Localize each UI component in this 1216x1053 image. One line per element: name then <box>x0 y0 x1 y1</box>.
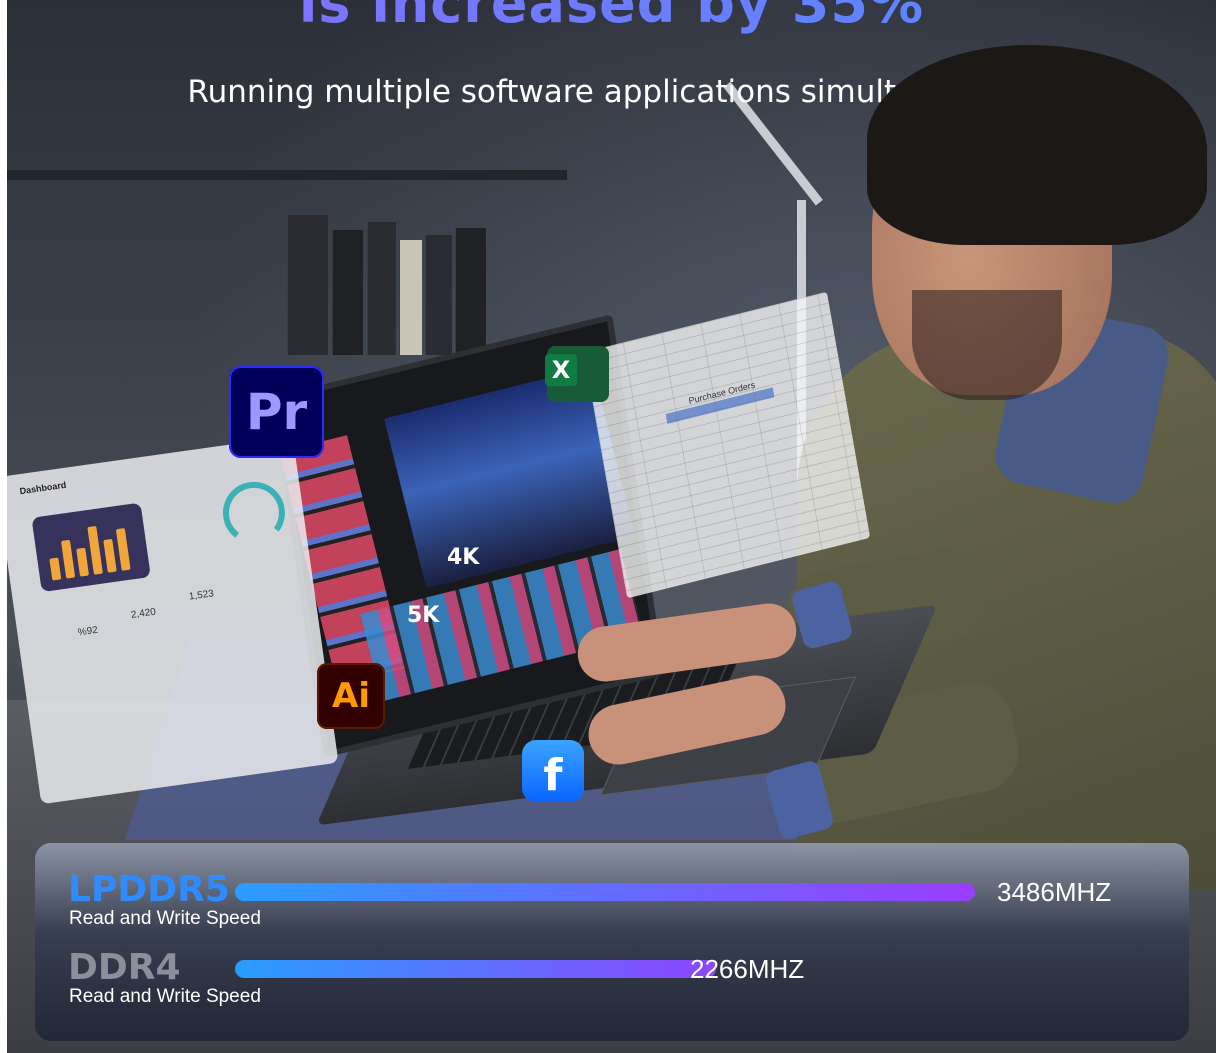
memory-name-ddr4: DDR4 <box>68 947 181 988</box>
dashboard-gauge <box>218 477 289 548</box>
memory-subtitle-ddr4: Read and Write Speed <box>69 986 261 1007</box>
book <box>367 222 396 355</box>
resolution-label-5k: 5K <box>407 603 440 628</box>
premiere-pro-icon: Pr <box>229 366 324 458</box>
dashboard-bar <box>49 557 62 581</box>
speed-value-lpddr5: 3486MHZ <box>997 877 1112 907</box>
memory-name-lpddr5: LPDDR5 <box>68 869 230 910</box>
dashboard-bar <box>87 525 103 575</box>
book <box>332 230 363 355</box>
dashboard-value: 2,420 <box>130 606 157 621</box>
illustrator-icon-label: Ai <box>332 676 370 716</box>
left-border <box>0 0 7 1053</box>
book <box>399 240 422 355</box>
dashboard-value: %92 <box>77 624 99 639</box>
illustrator-icon: Ai <box>317 663 385 729</box>
book <box>425 235 452 355</box>
dashboard-chart <box>31 502 151 593</box>
facebook-icon: f <box>522 740 584 802</box>
dashboard-bar <box>115 527 131 571</box>
dashboard-bar <box>60 539 76 579</box>
dashboard-value: 1,523 <box>188 588 215 603</box>
excel-icon-label: X <box>551 356 571 384</box>
shelf <box>7 170 567 180</box>
dashboard-title: Dashboard <box>18 479 67 497</box>
dashboard-bar <box>76 547 90 577</box>
premiere-pro-icon-label: Pr <box>245 383 308 441</box>
book <box>455 228 486 355</box>
memory-comparison-panel: LPDDR5 Read and Write Speed 3486MHZ DDR4… <box>35 843 1189 1041</box>
speed-bar-lpddr5 <box>235 883 975 901</box>
headline: is increased by 35% <box>7 0 1216 35</box>
speed-value-ddr4: 2266MHZ <box>690 954 805 984</box>
resolution-label-4k: 4K <box>447 545 480 570</box>
dashboard-bar <box>103 538 117 573</box>
facebook-icon-label: f <box>543 749 563 801</box>
excel-icon: X <box>545 346 609 402</box>
dashboard-panel: Dashboard %92 2,420 1,523 <box>7 435 339 805</box>
excel-icon-box: X <box>545 354 577 386</box>
book <box>287 215 328 355</box>
memory-subtitle-lpddr5: Read and Write Speed <box>69 908 261 929</box>
person-beard <box>912 290 1062 400</box>
speed-bar-ddr4 <box>235 960 716 978</box>
